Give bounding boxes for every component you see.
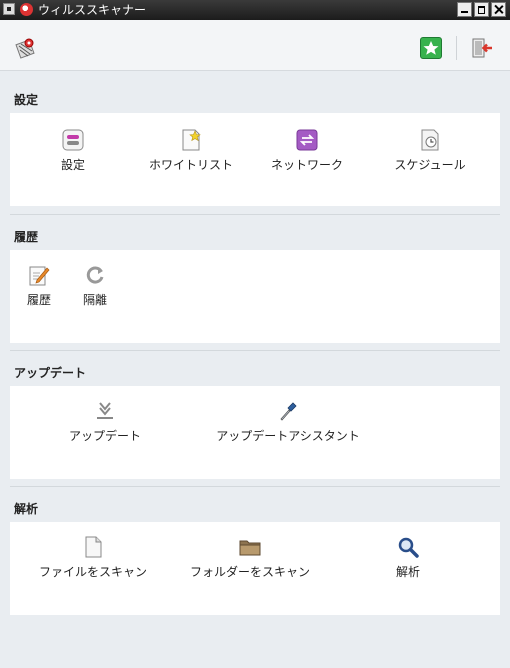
file-icon (85, 536, 102, 558)
magnifier-icon (398, 537, 419, 558)
tile-network-label: ネットワーク (270, 158, 343, 172)
tile-scan-folder-label: フォルダーをスキャン (189, 565, 310, 579)
tile-whitelist-label: ホワイトリスト (148, 158, 233, 172)
tile-history[interactable]: 履歴 (16, 264, 62, 308)
section-divider (10, 350, 500, 351)
app-icon (20, 3, 33, 16)
network-exchange-icon (296, 129, 318, 151)
maximize-button[interactable] (474, 2, 489, 17)
dropper-icon (280, 402, 297, 421)
tile-history-label: 履歴 (26, 293, 51, 307)
exit-icon[interactable] (470, 36, 494, 60)
history-pencil-icon (29, 266, 50, 286)
virus-scanner-logo-icon[interactable] (14, 36, 38, 60)
tile-quarantine-label: 隔離 (82, 293, 107, 307)
tile-scan-file-label: ファイルをスキャン (38, 565, 147, 579)
minimize-button[interactable] (457, 2, 472, 17)
history-card: 履歴 隔離 (10, 250, 500, 343)
star-icon (423, 41, 439, 55)
tile-update-assistant[interactable]: アップデートアシスタント (206, 400, 370, 444)
section-divider (10, 214, 500, 215)
window-titlebar: ウィルススキャナー (0, 0, 510, 20)
toggle-settings-icon (62, 129, 84, 151)
tile-schedule-label: スケジュール (394, 158, 466, 172)
close-button[interactable] (491, 2, 506, 17)
toolbar (0, 20, 510, 71)
toolbar-separator (456, 36, 457, 60)
update-download-icon (97, 402, 113, 419)
window-title: ウィルススキャナー (38, 3, 147, 17)
favorite-button[interactable] (420, 37, 442, 59)
analysis-card: ファイルをスキャン フォルダーをスキャン 解析 (10, 522, 500, 615)
tile-network[interactable]: ネットワーク (262, 129, 352, 173)
tile-quarantine[interactable]: 隔離 (72, 264, 118, 308)
tile-settings[interactable]: 設定 (38, 129, 108, 173)
section-title-update: アップデート (14, 366, 87, 380)
update-card: アップデート アップデートアシスタント (10, 386, 500, 479)
schedule-clock-icon (421, 129, 439, 151)
tile-update-label: アップデート (68, 429, 141, 443)
section-title-history: 履歴 (14, 230, 39, 244)
whitelist-document-icon (182, 129, 201, 151)
section-divider (10, 486, 500, 487)
window-menu-icon[interactable] (3, 3, 15, 15)
tile-whitelist[interactable]: ホワイトリスト (136, 129, 246, 173)
tile-scan-folder[interactable]: フォルダーをスキャン (178, 536, 322, 580)
tile-schedule[interactable]: スケジュール (382, 129, 478, 173)
section-title-analysis: 解析 (14, 502, 39, 516)
section-title-settings: 設定 (14, 93, 39, 107)
tile-update[interactable]: アップデート (55, 400, 155, 444)
settings-card: 設定 ホワイトリスト ネットワーク スケジュール (10, 113, 500, 206)
folder-icon (239, 540, 261, 556)
tile-analyze-label: 解析 (395, 565, 420, 579)
tile-scan-file[interactable]: ファイルをスキャン (28, 536, 158, 580)
quarantine-restore-icon (86, 266, 104, 284)
tile-update-assistant-label: アップデートアシスタント (216, 429, 360, 443)
tile-analyze[interactable]: 解析 (370, 536, 446, 580)
tile-settings-label: 設定 (60, 158, 85, 172)
